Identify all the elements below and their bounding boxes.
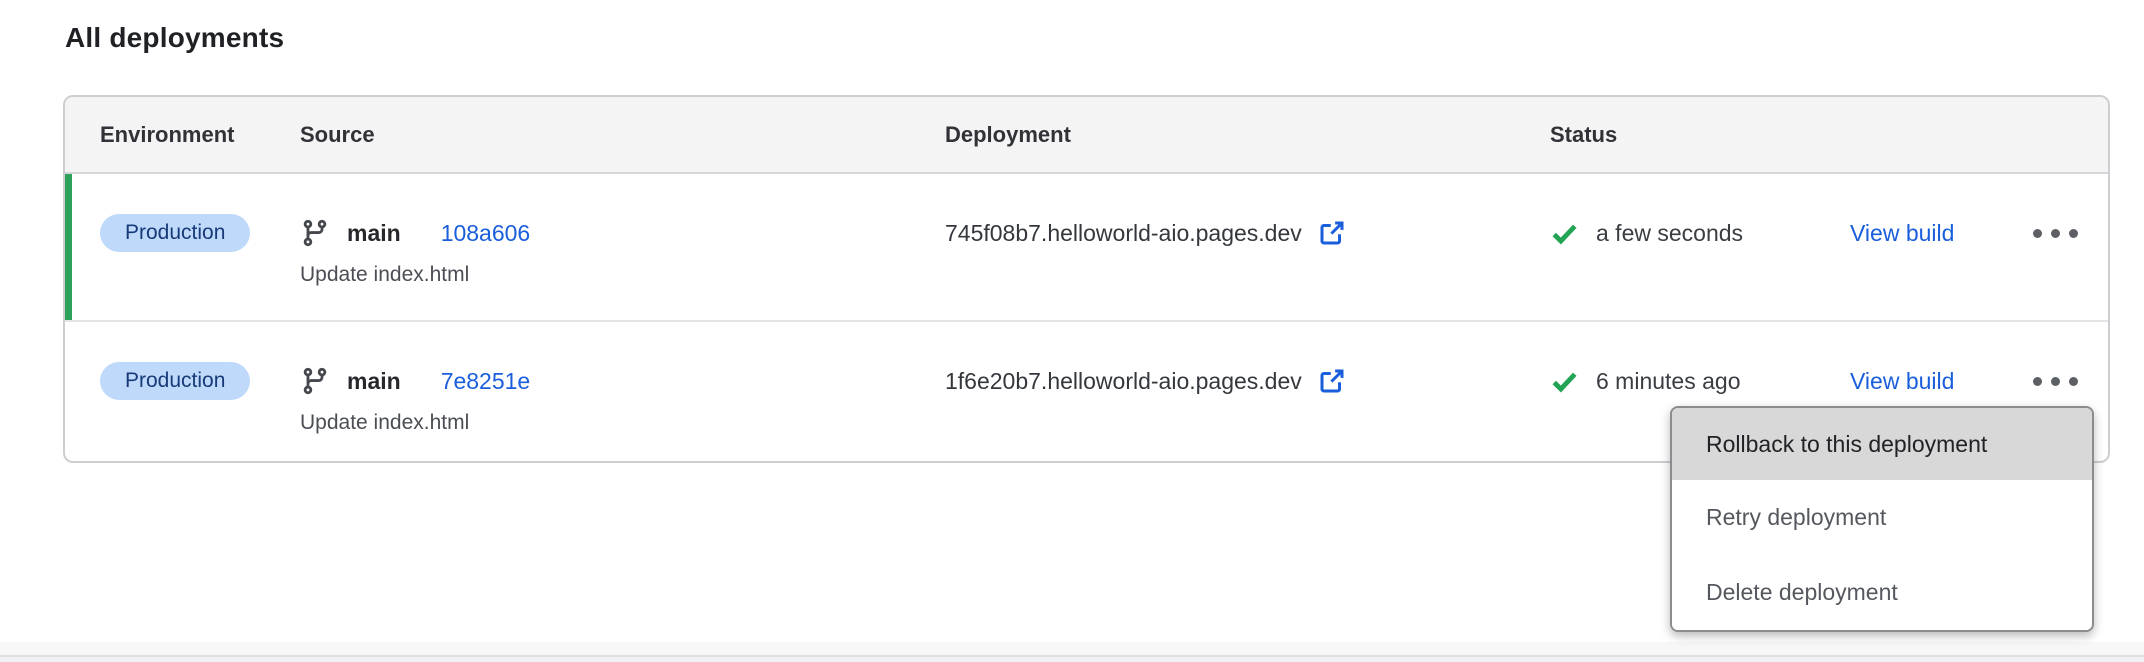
git-branch-icon — [300, 366, 330, 396]
status-time: 6 minutes ago — [1596, 368, 1740, 395]
menu-item-delete[interactable]: Delete deployment — [1672, 555, 2092, 630]
commit-message: Update index.html — [300, 409, 945, 437]
table-row: Production main 108a606 Update index.htm… — [65, 174, 2108, 322]
check-icon — [1550, 219, 1579, 248]
page-title: All deployments — [65, 22, 284, 54]
external-link-icon[interactable] — [1317, 366, 1347, 396]
column-header-deployment: Deployment — [945, 122, 1550, 148]
column-header-environment: Environment — [100, 122, 300, 148]
column-header-source: Source — [300, 122, 945, 148]
environment-badge: Production — [100, 362, 250, 400]
deployment-url: 1f6e20b7.helloworld-aio.pages.dev — [945, 368, 1302, 395]
commit-link[interactable]: 108a606 — [441, 220, 531, 247]
ellipsis-icon[interactable] — [2031, 223, 2080, 244]
table-header-row: Environment Source Deployment Status — [65, 97, 2108, 174]
deployment-url: 745f08b7.helloworld-aio.pages.dev — [945, 220, 1302, 247]
footer-divider — [0, 642, 2144, 662]
column-header-status: Status — [1550, 122, 1850, 148]
git-branch-icon — [300, 218, 330, 248]
menu-item-rollback[interactable]: Rollback to this deployment — [1672, 408, 2092, 480]
row-actions-menu: Rollback to this deployment Retry deploy… — [1670, 406, 2094, 632]
external-link-icon[interactable] — [1317, 218, 1347, 248]
branch-name: main — [347, 220, 401, 247]
check-icon — [1550, 367, 1579, 396]
environment-badge: Production — [100, 214, 250, 252]
view-build-link[interactable]: View build — [1850, 368, 1954, 395]
menu-item-retry[interactable]: Retry deployment — [1672, 480, 2092, 555]
commit-link[interactable]: 7e8251e — [441, 368, 531, 395]
view-build-link[interactable]: View build — [1850, 220, 1954, 247]
branch-name: main — [347, 368, 401, 395]
ellipsis-icon[interactable] — [2031, 371, 2080, 392]
commit-message: Update index.html — [300, 261, 945, 289]
status-time: a few seconds — [1596, 220, 1743, 247]
